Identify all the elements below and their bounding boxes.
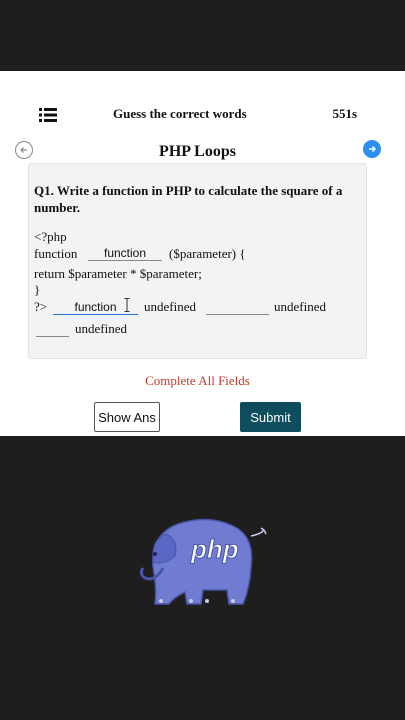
- code-parameter-text: ($parameter) {: [169, 246, 246, 261]
- question-text: Q1. Write a function in PHP to calculate…: [34, 183, 343, 215]
- warning-message: Complete All Fields: [145, 373, 250, 388]
- timer: 551s: [332, 106, 357, 121]
- menu-icon[interactable]: [39, 108, 57, 122]
- undefined-text-1: undefined: [144, 299, 196, 314]
- blank-input-4[interactable]: [36, 321, 69, 337]
- code-line-return: return $parameter * $parameter;: [34, 266, 202, 281]
- code-keyword-function: function: [34, 246, 78, 261]
- quiz-panel: Guess the correct words 551s PHP Loops Q…: [0, 71, 405, 436]
- undefined-text-3: undefined: [75, 321, 127, 336]
- undefined-text-2: undefined: [274, 299, 326, 314]
- header-title: Guess the correct words: [113, 106, 247, 121]
- screen: Guess the correct words 551s PHP Loops Q…: [0, 0, 405, 720]
- code-line-open: <?php: [34, 229, 67, 244]
- blank-input-3[interactable]: [206, 299, 269, 315]
- question-card: Q1. Write a function in PHP to calculate…: [28, 163, 367, 359]
- code-line-close-brace: }: [34, 282, 41, 297]
- next-button[interactable]: [363, 140, 381, 158]
- text-cursor-icon: [124, 298, 130, 312]
- php-elephant-logo: php: [139, 518, 267, 605]
- show-answer-button[interactable]: Show Ans: [94, 402, 160, 432]
- code-line-close-tag: ?>: [34, 299, 48, 314]
- submit-button[interactable]: Submit: [240, 402, 301, 432]
- arrow-right-icon: [369, 145, 377, 153]
- php-logo-text: php: [190, 534, 239, 564]
- blank-input-1[interactable]: [88, 245, 162, 261]
- topic-title: PHP Loops: [159, 143, 236, 160]
